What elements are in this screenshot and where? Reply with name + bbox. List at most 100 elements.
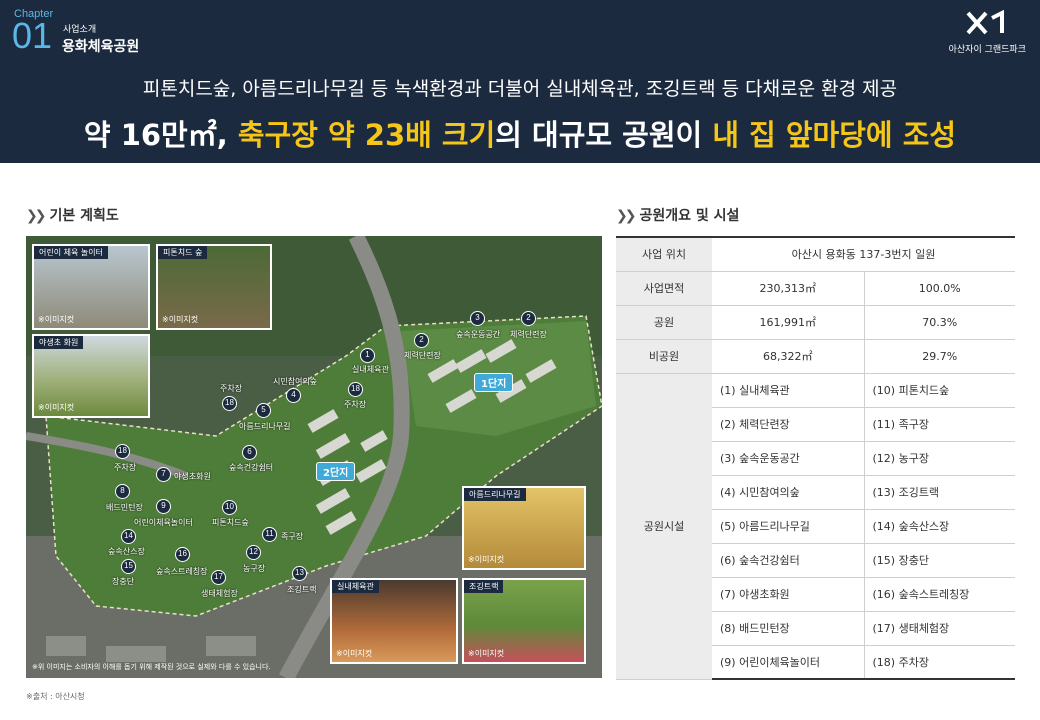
photo-phytoncide-forest: 피톤치드 숲 ※이미지컷 — [156, 244, 272, 330]
map-marker-label: 주차장 — [220, 384, 243, 393]
headline-part-d: 내 집 앞마당에 조성 — [712, 118, 957, 152]
chevron-right-icon: ❯❯ — [26, 208, 47, 224]
site-plan-map: 어린이 체육 놀이터 ※이미지컷 피톤치드 숲 ※이미지컷 야생초 화원 ※이미지컷 … — [26, 236, 602, 678]
map-marker-label: 야생초화원 — [174, 472, 211, 481]
map-marker: 10 — [222, 500, 237, 515]
map-marker: 5 — [256, 403, 271, 418]
area-value: 230,313㎡ — [712, 271, 865, 306]
map-marker-label: 족구장 — [281, 532, 304, 541]
xi-logo-icon — [966, 10, 1004, 35]
facility-item: (11) 족구장 — [864, 407, 1015, 442]
table-row: 사업 위치 아산시 용화동 137-3번지 일원 — [616, 236, 1015, 272]
headline-part-c: 의 대규모 공원이 — [495, 118, 713, 152]
headline-sub: 피톤치드숲, 아름드리나무길 등 녹색환경과 더불어 실내체육관, 조깅트랙 등… — [142, 78, 898, 100]
map-marker: 16 — [175, 547, 190, 562]
facility-item: (6) 숲속건강쉼터 — [712, 543, 865, 578]
facility-item: (8) 배드민턴장 — [712, 611, 865, 646]
area-value: 161,991㎡ — [712, 305, 865, 340]
map-marker: 18 — [348, 382, 363, 397]
map-marker-label: 주차장 — [114, 463, 137, 472]
complex-badge-2: 2단지 — [316, 462, 356, 481]
map-marker: 1 — [360, 348, 375, 363]
map-marker-label: 체력단련장 — [510, 330, 547, 339]
facility-item: (3) 숲속운동공간 — [712, 441, 865, 476]
map-marker: 12 — [246, 545, 261, 560]
map-marker: 3 — [470, 311, 485, 326]
map-marker: 18 — [222, 396, 237, 411]
facility-item: (5) 아름드리나무길 — [712, 509, 865, 544]
facility-item: (1) 실내체육관 — [712, 373, 865, 408]
map-marker-label: 숲속산스장 — [108, 547, 145, 556]
map-marker: 18 — [115, 444, 130, 459]
map-marker: 17 — [211, 570, 226, 585]
map-marker-label: 조깅트랙 — [287, 585, 317, 594]
map-marker: 11 — [262, 527, 277, 542]
facility-item: (12) 농구장 — [864, 441, 1015, 476]
map-marker-label: 아름드리나무길 — [239, 422, 291, 431]
photo-jogging-track: 조깅트랙 ※이미지컷 — [462, 578, 586, 664]
facility-item: (9) 어린이체육놀이터 — [712, 645, 865, 680]
chapter-number: 01 — [12, 15, 53, 56]
facility-item: (10) 피톤치드숲 — [864, 373, 1015, 408]
chevron-right-icon: ❯❯ — [616, 208, 637, 224]
row-label: 사업 위치 — [616, 236, 712, 272]
map-marker: 2 — [521, 311, 536, 326]
map-marker-label: 실내체육관 — [352, 365, 389, 374]
map-marker: 8 — [115, 484, 130, 499]
source-note: ※출처 : 아산시청 — [26, 692, 85, 701]
table-row: 공원시설 (1) 실내체육관 (10) 피톤치드숲 — [616, 373, 1015, 680]
facility-item: (18) 주차장 — [864, 645, 1015, 680]
map-marker: 14 — [121, 529, 136, 544]
photo-wildflower-garden: 야생초 화원 ※이미지컷 — [32, 334, 150, 418]
map-disclaimer: ※위 이미지는 소비자의 이해를 돕기 위해 제작된 것으로 실제와 다를 수 … — [32, 663, 271, 671]
complex-badge-1: 1단지 — [474, 373, 514, 392]
row-label: 공원 — [616, 305, 712, 340]
header-banner: Chapter 01 사업소개 용화체육공원 아산자이 그랜드파크 피톤치드숲,… — [0, 0, 1040, 163]
map-marker: 9 — [156, 499, 171, 514]
facility-item: (7) 야생초화원 — [712, 577, 865, 612]
map-marker: 15 — [121, 559, 136, 574]
facility-item: (4) 시민참여의숲 — [712, 475, 865, 510]
location-value: 아산시 용화동 137-3번지 일원 — [712, 236, 1015, 272]
map-marker-label: 숲속운동공간 — [456, 330, 501, 339]
chapter-subtitle: 사업소개 — [63, 25, 97, 35]
map-marker-label: 체력단련장 — [404, 351, 441, 360]
photo-indoor-gym: 실내체육관 ※이미지컷 — [330, 578, 458, 664]
photo-big-tree-path: 아름드리나무길 ※이미지컷 — [462, 486, 586, 570]
row-label: 사업면적 — [616, 271, 712, 306]
photo-kids-playground: 어린이 체육 놀이터 ※이미지컷 — [32, 244, 150, 330]
area-value: 68,322㎡ — [712, 339, 865, 374]
map-marker: 6 — [242, 445, 257, 460]
percent-value: 70.3% — [864, 305, 1015, 340]
facility-item: (17) 생태체험장 — [864, 611, 1015, 646]
chapter-title: 용화체육공원 — [62, 39, 140, 55]
headline-part-a: 약 16만㎡, — [83, 118, 238, 152]
facility-item: (15) 장충단 — [864, 543, 1015, 578]
table-row: 사업면적 230,313㎡ 100.0% — [616, 271, 1015, 306]
map-marker: 2 — [414, 333, 429, 348]
section-title-plan: ❯❯ 기본 계획도 — [26, 208, 119, 224]
map-marker-label: 피톤치드숲 — [212, 518, 249, 527]
section-title-overview: ❯❯ 공원개요 및 시설 — [616, 208, 740, 224]
map-marker-label: 어린이체육놀이터 — [134, 518, 193, 527]
map-marker-label: 숲속스트레칭장 — [156, 567, 208, 576]
facility-item: (2) 체력단련장 — [712, 407, 865, 442]
map-marker-label: 배드민턴장 — [106, 503, 143, 512]
map-marker-label: 생태체험장 — [201, 589, 238, 598]
map-marker: 13 — [292, 566, 307, 581]
facility-item: (13) 조깅트랙 — [864, 475, 1015, 510]
table-row: 공원 161,991㎡ 70.3% — [616, 305, 1015, 340]
percent-value: 100.0% — [864, 271, 1015, 306]
headline-main: 약 16만㎡, 축구장 약 23배 크기의 대규모 공원이 내 집 앞마당에 조… — [0, 112, 1040, 154]
headline-part-b: 축구장 약 23배 크기 — [237, 118, 496, 152]
map-marker: 7 — [156, 467, 171, 482]
map-marker-label: 농구장 — [243, 564, 266, 573]
map-marker: 4 — [286, 388, 301, 403]
percent-value: 29.7% — [864, 339, 1015, 374]
row-label: 공원시설 — [616, 373, 712, 680]
facility-item: (14) 숲속산스장 — [864, 509, 1015, 544]
park-overview-table: 사업 위치 아산시 용화동 137-3번지 일원 사업면적 230,313㎡ 1… — [616, 236, 1015, 680]
row-label: 비공원 — [616, 339, 712, 374]
map-marker-label: 숲속건강쉼터 — [229, 463, 274, 472]
map-marker-label: 주차장 — [344, 400, 367, 409]
